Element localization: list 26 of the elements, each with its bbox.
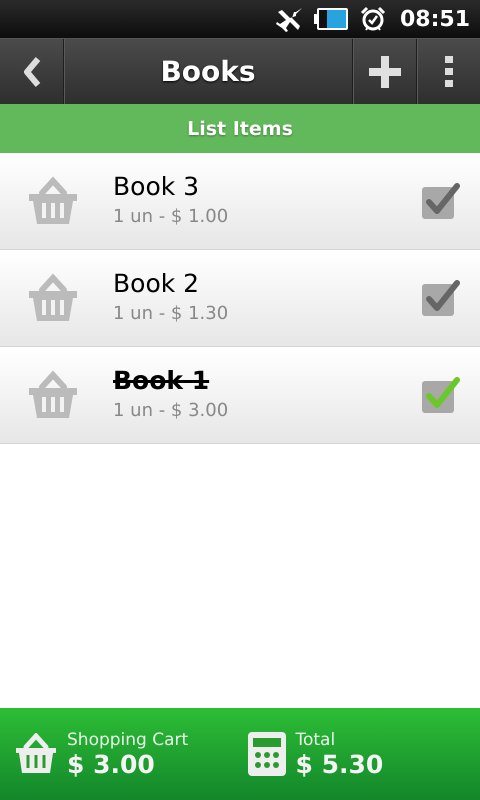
section-title: List Items [187,118,293,140]
item-detail: 1 un - $ 3.00 [113,399,230,423]
alarm-clock-icon [360,6,386,32]
screen-title: Books [159,54,257,90]
battery-icon [314,7,350,31]
clock-time: 08:51 [400,6,470,32]
chevron-left-icon [22,56,42,88]
checkbox[interactable] [422,279,460,317]
vertical-dots-icon [444,56,452,88]
item-detail: 1 un - $ 1.30 [113,302,230,326]
cart-amount: $ 3.00 [67,750,156,778]
cart-label: Shopping Cart [67,730,188,750]
checkbox[interactable] [422,182,460,220]
item-name: Book 3 [113,171,200,203]
basket-icon [28,370,78,420]
total-label: Total [296,730,336,750]
basket-icon [15,733,57,775]
checkbox[interactable] [422,376,460,414]
item-detail: 1 un - $ 1.00 [113,205,230,229]
item-name: Book 1 [113,365,210,397]
basket-icon [28,176,78,226]
calculator-icon [248,732,286,776]
plus-icon [368,56,400,88]
total-amount: $ 5.30 [296,750,384,778]
basket-icon [28,273,78,323]
item-name: Book 2 [113,268,200,300]
